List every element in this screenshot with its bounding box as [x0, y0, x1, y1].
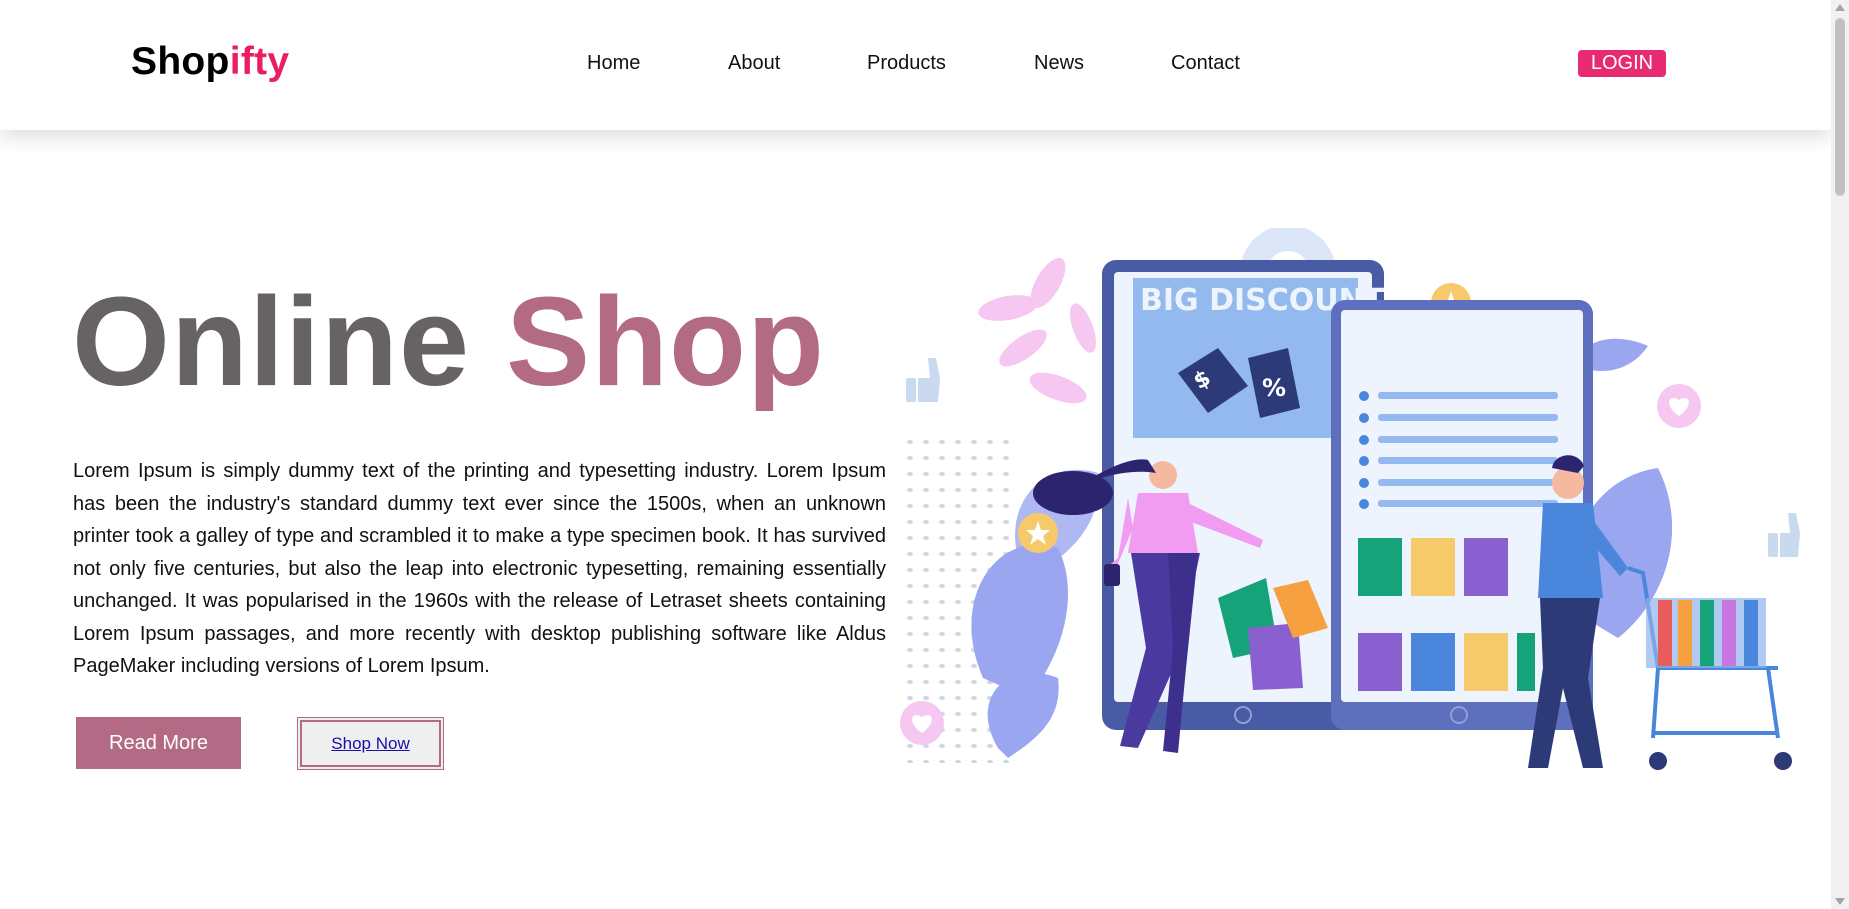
scroll-down-arrow-icon[interactable]: [1835, 898, 1845, 905]
hero-title-word1: Online: [72, 271, 471, 412]
heart-icon: [1657, 384, 1701, 428]
site-header: Shopifty Home About Products News Contac…: [0, 0, 1831, 130]
nav-home[interactable]: Home: [587, 52, 640, 75]
hero-title: Online Shop: [72, 272, 825, 412]
shopping-cart-icon: [1627, 566, 1792, 770]
shop-now-link[interactable]: Shop Now: [331, 734, 409, 753]
heart-icon: [900, 701, 944, 745]
hero-paragraph: Lorem Ipsum is simply dummy text of the …: [73, 460, 886, 677]
star-badge-icon: [1018, 513, 1058, 553]
login-button[interactable]: LOGIN: [1578, 50, 1666, 77]
hero-title-word2: Shop: [506, 271, 825, 412]
nav-products[interactable]: Products: [867, 52, 946, 75]
thumbs-up-icon: [906, 358, 940, 402]
page: Shopifty Home About Products News Contac…: [0, 0, 1849, 909]
nav-about[interactable]: About: [728, 52, 780, 75]
svg-text:%: %: [1262, 374, 1286, 402]
main-nav: Home About Products News Contact: [0, 52, 1831, 82]
online-shopping-illustration: BIG DISCOUNT $ %: [898, 228, 1800, 770]
thumbs-up-icon: [1768, 513, 1800, 557]
shop-now-button[interactable]: Shop Now: [297, 717, 444, 770]
nav-contact[interactable]: Contact: [1171, 52, 1240, 75]
pink-leaves: [978, 258, 1096, 404]
read-more-button[interactable]: Read More: [76, 717, 241, 769]
scroll-up-arrow-icon[interactable]: [1835, 4, 1845, 11]
nav-news[interactable]: News: [1034, 52, 1084, 75]
scroll-thumb[interactable]: [1835, 18, 1845, 196]
vertical-scrollbar[interactable]: [1831, 0, 1849, 909]
